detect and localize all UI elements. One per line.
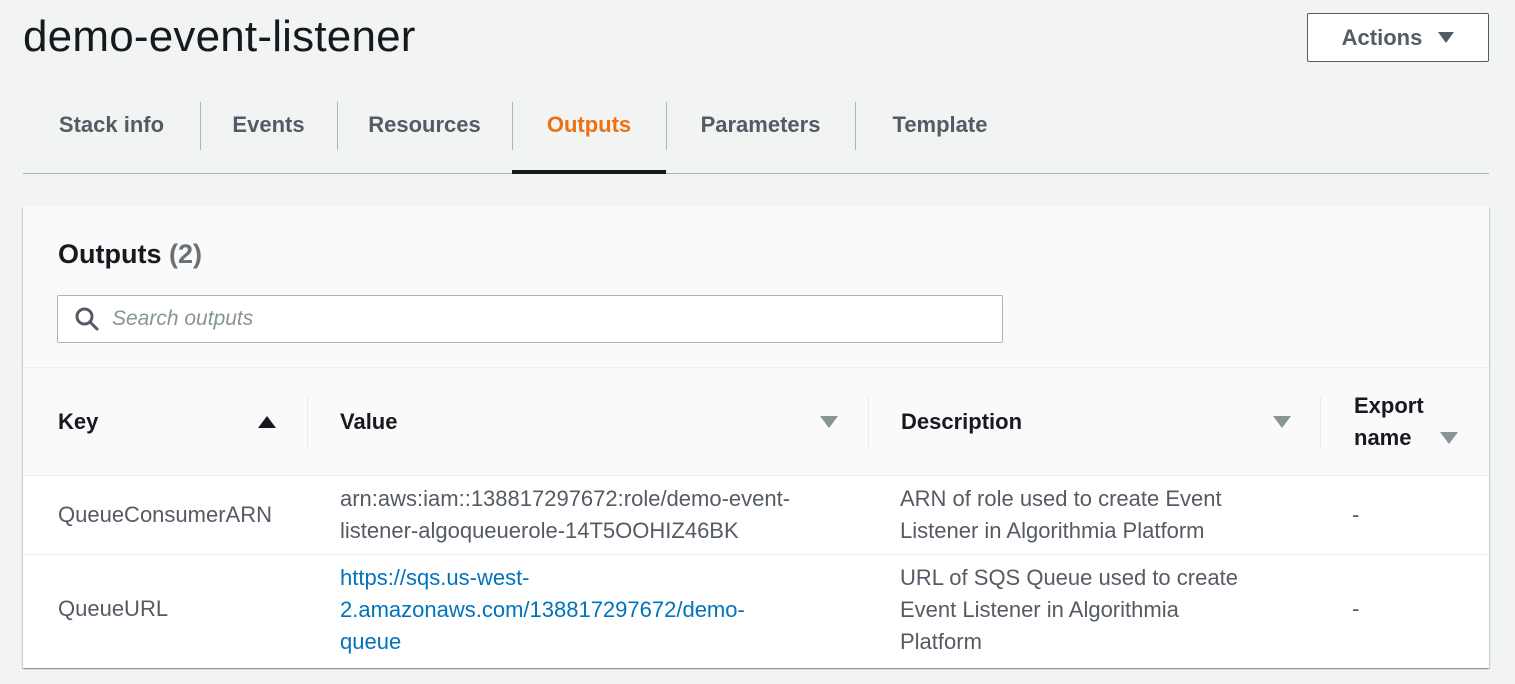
cell-value-line: arn:aws:iam::138817297672:role/demo-even…: [340, 486, 791, 511]
tab-events[interactable]: Events: [200, 100, 337, 173]
outputs-panel-header: Outputs (2): [23, 206, 1489, 368]
outputs-table: Key Value Description Export name QueueC…: [23, 368, 1489, 667]
cell-key: QueueURL: [58, 596, 169, 621]
column-label: Key: [58, 409, 99, 434]
column-header-value[interactable]: Value: [340, 368, 865, 476]
table-header: Key Value Description Export name: [23, 368, 1489, 476]
search-box[interactable]: [57, 295, 1003, 343]
sort-descending-icon: [820, 416, 838, 428]
column-divider: [307, 396, 308, 450]
queue-url-link[interactable]: https://sqs.us-west- 2.amazonaws.com/138…: [340, 562, 860, 658]
column-header-export-name[interactable]: Export name: [1354, 368, 1484, 476]
column-divider: [868, 396, 869, 450]
column-header-key[interactable]: Key: [58, 368, 308, 476]
cell-description-line: Event Listener in Algorithmia: [900, 597, 1179, 622]
tab-resources[interactable]: Resources: [337, 100, 512, 173]
sort-descending-icon: [1273, 416, 1291, 428]
column-label: Value: [340, 409, 398, 434]
search-icon: [75, 307, 99, 331]
tab-parameters[interactable]: Parameters: [666, 100, 855, 173]
column-label: name: [1354, 425, 1412, 450]
outputs-heading: Outputs (2): [58, 239, 202, 270]
column-divider: [1320, 396, 1321, 450]
column-header-description[interactable]: Description: [901, 368, 1301, 476]
cell-description-line: Listener in Algorithmia Platform: [900, 518, 1205, 543]
link-line: https://sqs.us-west-: [340, 565, 530, 590]
cell-export-name: -: [1352, 596, 1360, 621]
tab-bar: Stack info Events Resources Outputs Para…: [23, 100, 1489, 174]
cell-description-line: Platform: [900, 629, 982, 654]
tab-label: Outputs: [546, 111, 632, 137]
cell-description-line: ARN of role used to create Event: [900, 486, 1222, 511]
column-label: Description: [901, 409, 1023, 434]
tab-label: Stack info: [58, 111, 165, 137]
tab-template[interactable]: Template: [855, 100, 1025, 173]
column-label: Export: [1354, 393, 1424, 418]
chevron-down-icon: [1438, 32, 1455, 43]
sort-descending-icon: [1440, 432, 1458, 444]
outputs-panel: Outputs (2) Key Value Description: [23, 206, 1489, 668]
tab-stack-info[interactable]: Stack info: [23, 100, 200, 173]
tab-outputs[interactable]: Outputs: [512, 100, 666, 174]
table-row: QueueConsumerARN arn:aws:iam::1388172976…: [23, 476, 1489, 555]
tab-label: Resources: [368, 111, 481, 137]
tab-label: Parameters: [700, 111, 821, 137]
link-line: 2.amazonaws.com/138817297672/demo-: [340, 597, 745, 622]
cell-value: arn:aws:iam::138817297672:role/demo-even…: [340, 483, 860, 547]
cell-value-line: listener-algoqueuerole-14T5OOHIZ46BK: [340, 518, 739, 543]
outputs-title: Outputs: [58, 239, 162, 269]
cell-key: QueueConsumerARN: [58, 502, 272, 527]
outputs-count: (2): [169, 239, 202, 269]
actions-button[interactable]: Actions: [1307, 13, 1489, 62]
cell-description: URL of SQS Queue used to create Event Li…: [900, 562, 1300, 658]
cell-description-line: URL of SQS Queue used to create: [900, 565, 1238, 590]
tab-label: Events: [232, 111, 305, 137]
cell-export-name: -: [1352, 502, 1360, 527]
sort-ascending-icon: [258, 416, 276, 428]
tab-label: Template: [892, 111, 988, 137]
actions-button-label: Actions: [1341, 24, 1423, 50]
table-row: QueueURL https://sqs.us-west- 2.amazonaw…: [23, 555, 1489, 667]
cell-value: https://sqs.us-west- 2.amazonaws.com/138…: [340, 562, 860, 658]
cell-description: ARN of role used to create Event Listene…: [900, 483, 1300, 547]
link-line: queue: [340, 629, 402, 654]
search-input[interactable]: [112, 307, 992, 331]
page-title: demo-event-listener: [23, 12, 416, 61]
